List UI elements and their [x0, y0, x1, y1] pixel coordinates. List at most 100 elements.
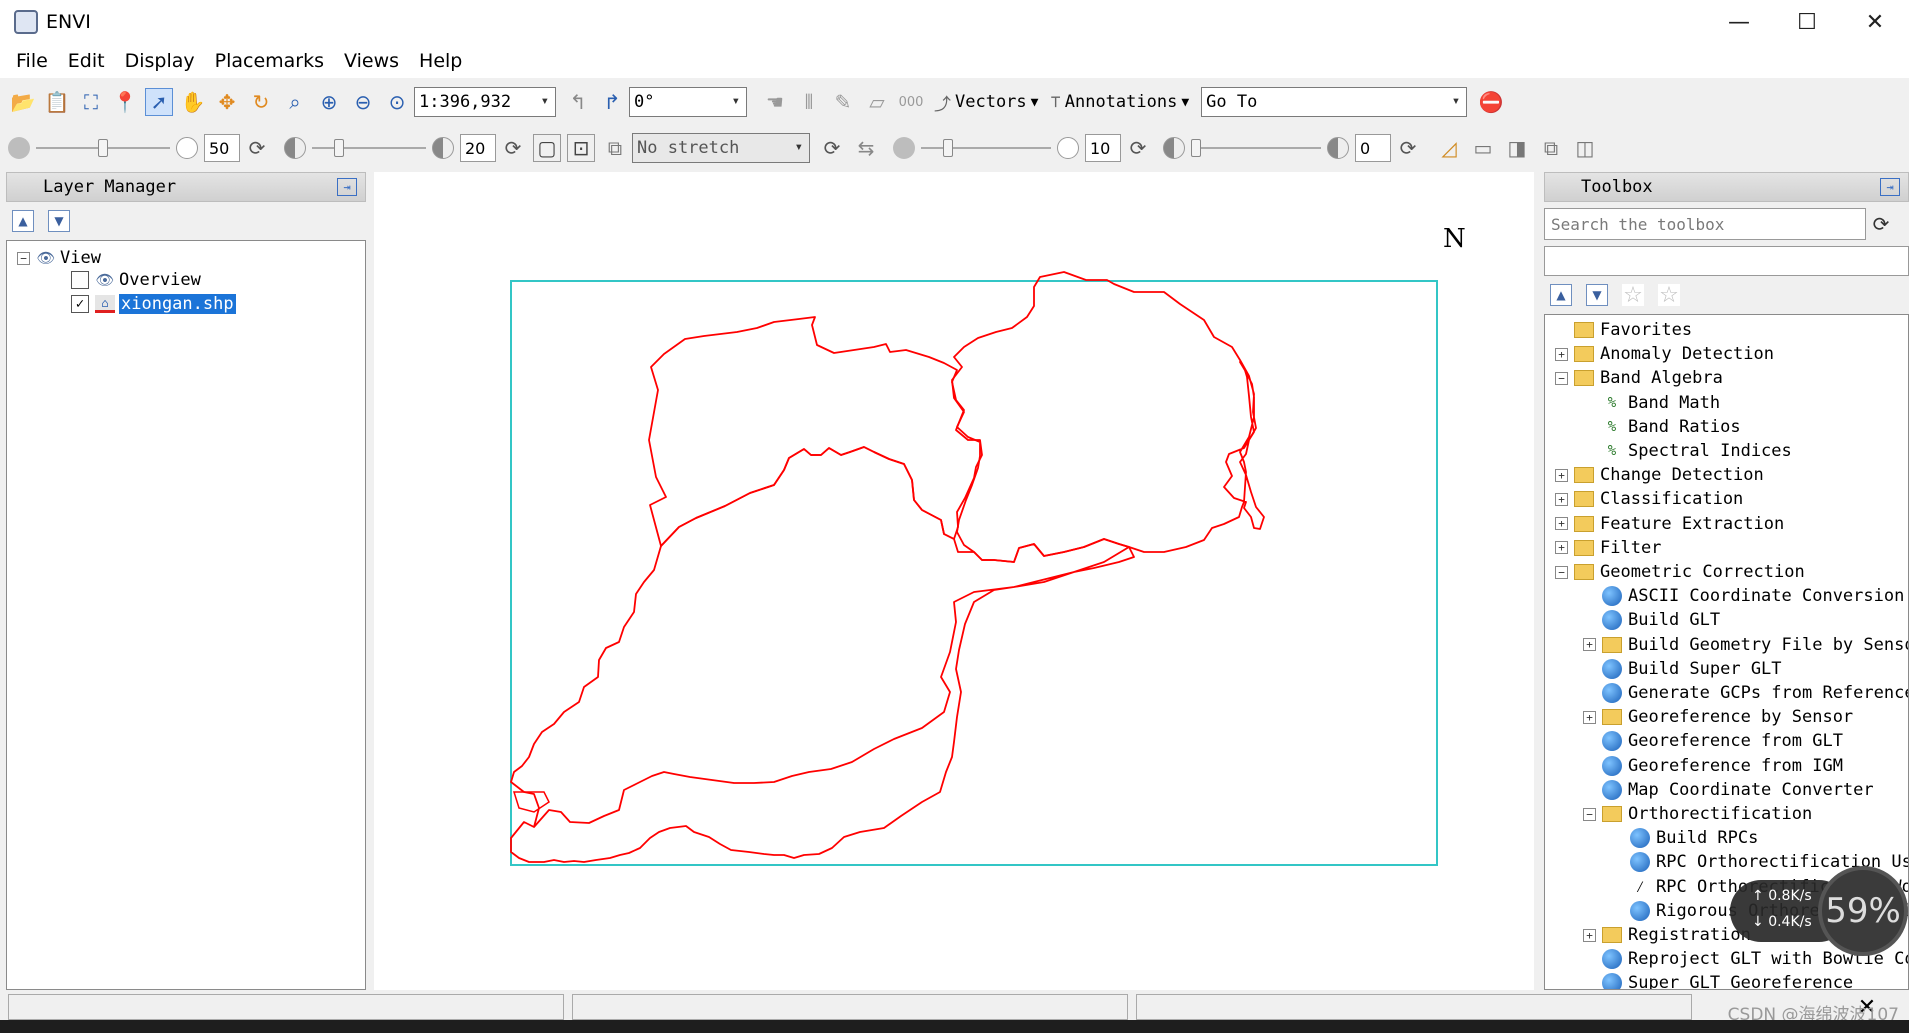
- expand-icon[interactable]: +: [1555, 492, 1568, 506]
- expand-icon[interactable]: +: [1555, 347, 1568, 361]
- dock-pin-icon[interactable]: ⇥: [1880, 178, 1900, 196]
- toolbox-item[interactable]: ASCII Coordinate Conversion: [1583, 585, 1904, 607]
- expand-icon[interactable]: +: [1583, 638, 1596, 652]
- zoom-out-icon[interactable]: ⊖: [349, 88, 377, 116]
- menu-views[interactable]: Views: [334, 50, 409, 72]
- zoom-full-icon[interactable]: ⊙: [383, 88, 411, 116]
- toolbox-item[interactable]: − Orthorectification: [1583, 803, 1812, 825]
- pan-hand-icon[interactable]: ✋: [179, 88, 207, 116]
- vector-draw-icon[interactable]: ✎: [829, 88, 857, 116]
- swipe-view-icon[interactable]: ◫: [1571, 134, 1599, 162]
- menu-file[interactable]: File: [6, 50, 58, 72]
- overview-checkbox[interactable]: [71, 271, 89, 289]
- transparency-slider[interactable]: [1191, 138, 1321, 158]
- sharpen-value[interactable]: 10: [1085, 134, 1121, 162]
- stretch-combo[interactable]: No stretch ▾: [632, 133, 810, 163]
- contrast-slider[interactable]: [312, 138, 426, 158]
- toolbox-item[interactable]: % Band Ratios: [1583, 416, 1741, 438]
- placemark-pin-icon[interactable]: 📍: [111, 88, 139, 116]
- flicker-icon[interactable]: ⧉: [1537, 134, 1565, 162]
- favorites-star-icon[interactable]: ☆: [1658, 283, 1680, 308]
- reset-brightness-icon[interactable]: ⟳: [243, 134, 271, 162]
- toolbox-item[interactable]: Favorites: [1555, 319, 1692, 341]
- collapse-all-button[interactable]: ▲: [1550, 284, 1572, 306]
- toolbox-item[interactable]: Map Coordinate Converter: [1583, 779, 1874, 801]
- menu-help[interactable]: Help: [409, 50, 472, 72]
- toolbox-item[interactable]: − Geometric Correction: [1555, 561, 1805, 583]
- toolbox-item[interactable]: % Spectral Indices: [1583, 440, 1792, 462]
- portal-icon[interactable]: ▭: [1469, 134, 1497, 162]
- reset-stretch-icon[interactable]: ⟳: [818, 134, 846, 162]
- toolbox-item[interactable]: Super GLT Georeference: [1583, 972, 1853, 989]
- toolbox-item[interactable]: + Anomaly Detection: [1555, 343, 1774, 365]
- brightness-slider[interactable]: [36, 138, 170, 158]
- zoom-icon[interactable]: ⌕: [281, 88, 309, 116]
- rotate-icon[interactable]: ↻: [247, 88, 275, 116]
- collapse-icon[interactable]: −: [1555, 565, 1568, 579]
- xiongan-checkbox[interactable]: ✓: [71, 295, 89, 313]
- brightness-value[interactable]: 50: [204, 134, 240, 162]
- toolbox-item[interactable]: Build Super GLT: [1583, 658, 1782, 680]
- auto-stretch-icon[interactable]: ⧉: [601, 134, 629, 162]
- toolbox-search-input[interactable]: Search the toolbox: [1544, 208, 1866, 240]
- rotate-right-icon[interactable]: ↱: [598, 88, 626, 116]
- expand-all-button[interactable]: ▼: [48, 210, 70, 232]
- measure-icon[interactable]: ◿: [1435, 134, 1463, 162]
- rotate-left-icon[interactable]: ↰: [564, 88, 592, 116]
- reset-sharpen-icon[interactable]: ⟳: [1124, 134, 1152, 162]
- menu-edit[interactable]: Edit: [58, 50, 115, 72]
- toolbox-item[interactable]: Build GLT: [1583, 609, 1720, 631]
- contrast-value[interactable]: 20: [460, 134, 496, 162]
- reset-transparency-icon[interactable]: ⟳: [1394, 134, 1422, 162]
- close-button[interactable]: ✕: [1841, 0, 1909, 44]
- toolbox-item[interactable]: + Change Detection: [1555, 464, 1764, 486]
- toolbox-item[interactable]: Generate GCPs from Reference I: [1583, 682, 1908, 704]
- zoom-in-icon[interactable]: ⊕: [315, 88, 343, 116]
- reset-contrast-icon[interactable]: ⟳: [499, 134, 527, 162]
- expand-icon[interactable]: +: [1583, 710, 1596, 724]
- stretch-center-icon[interactable]: ⊡: [567, 134, 595, 162]
- expand-icon[interactable]: +: [1555, 468, 1568, 482]
- vector-join-icon[interactable]: ⫴: [795, 88, 823, 116]
- toolbox-item[interactable]: − Band Algebra: [1555, 367, 1723, 389]
- collapse-icon[interactable]: −: [1583, 807, 1596, 821]
- minimize-button[interactable]: —: [1705, 0, 1773, 44]
- menu-placemarks[interactable]: Placemarks: [205, 50, 334, 72]
- menu-display[interactable]: Display: [115, 50, 205, 72]
- scale-combo[interactable]: 1:396,932 ▾: [414, 87, 556, 117]
- toolbox-item[interactable]: Georeference from GLT: [1583, 730, 1843, 752]
- vector-edit-icon[interactable]: ☚: [761, 88, 789, 116]
- annotations-dropdown[interactable]: ⊤ Annotations ▼: [1050, 92, 1189, 112]
- refresh-icon[interactable]: ⟳: [1866, 209, 1896, 239]
- collapse-icon[interactable]: −: [1555, 371, 1568, 385]
- swipe-icon[interactable]: ⇆: [852, 134, 880, 162]
- toolbox-item[interactable]: + Build Geometry File by Sensor: [1583, 634, 1908, 656]
- open-folder-icon[interactable]: 📂: [9, 88, 37, 116]
- image-view[interactable]: N: [374, 172, 1534, 990]
- crop-icon[interactable]: ⛶: [77, 88, 105, 116]
- expand-icon[interactable]: +: [1555, 541, 1568, 555]
- collapse-all-button[interactable]: ▲: [12, 210, 34, 232]
- rotation-combo[interactable]: 0° ▾: [629, 87, 747, 117]
- stretch-bounds-icon[interactable]: ▢: [533, 134, 561, 162]
- stop-icon[interactable]: ⛔: [1477, 88, 1505, 116]
- transparency-value[interactable]: 0: [1355, 134, 1391, 162]
- toolbox-item[interactable]: + Registration: [1583, 924, 1751, 946]
- fly-icon[interactable]: ✥: [213, 88, 241, 116]
- tree-node-view[interactable]: − 👁 View: [17, 247, 101, 269]
- expand-icon[interactable]: +: [1583, 928, 1596, 942]
- select-arrow-icon[interactable]: ➚: [145, 88, 173, 116]
- toolbox-item[interactable]: Georeference from IGM: [1583, 755, 1843, 777]
- expand-icon[interactable]: +: [1555, 517, 1568, 531]
- tree-node-xiongan[interactable]: ✓ ⌂ xiongan.shp: [71, 293, 236, 315]
- roi-icon[interactable]: ▱: [863, 88, 891, 116]
- toolbox-item[interactable]: + Georeference by Sensor: [1583, 706, 1853, 728]
- toolbox-item[interactable]: + Feature Extraction: [1555, 513, 1784, 535]
- toolbox-item[interactable]: + Classification: [1555, 488, 1743, 510]
- dock-pin-icon[interactable]: ⇥: [337, 178, 357, 196]
- maximize-button[interactable]: ☐: [1773, 0, 1841, 44]
- vectors-dropdown[interactable]: ⤴ Vectors ▼: [934, 90, 1038, 115]
- expand-all-button[interactable]: ▼: [1586, 284, 1608, 306]
- toolbox-recent-field[interactable]: [1544, 246, 1909, 276]
- favorite-star-icon[interactable]: ☆: [1622, 283, 1644, 308]
